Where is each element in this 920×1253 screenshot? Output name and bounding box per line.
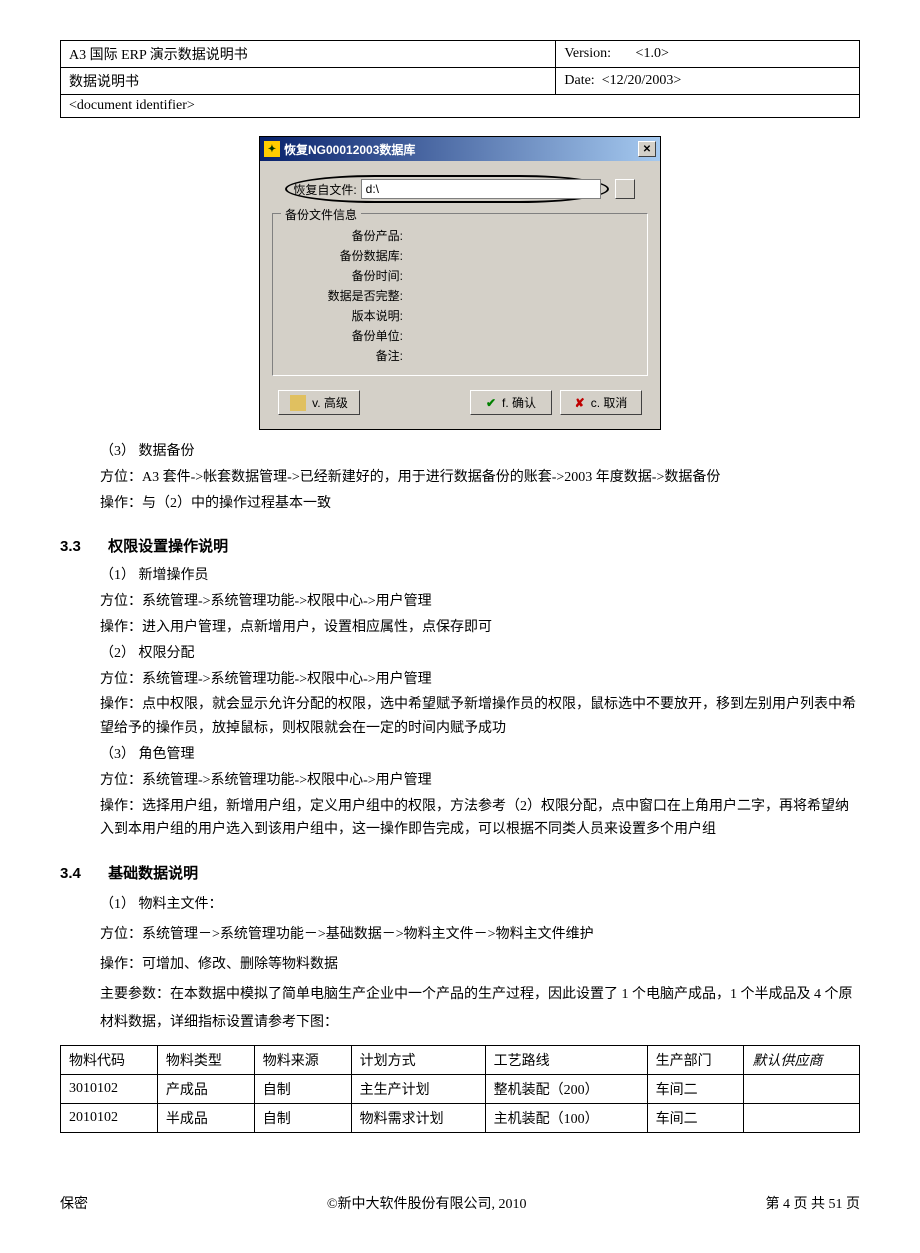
list-item: （3） 角色管理 [100, 743, 860, 767]
paragraph: 操作：进入用户管理，点新增用户，设置相应属性，点保存即可 [100, 616, 860, 640]
paragraph: 主要参数：在本数据中模拟了简单电脑生产企业中一个产品的生产过程，因此设置了 1 … [100, 981, 860, 1037]
table-header: 工艺路线 [485, 1046, 647, 1075]
ok-button[interactable]: ✔ f. 确认 [470, 390, 552, 415]
table-header: 默认供应商 [744, 1046, 860, 1075]
window-icon: ✦ [264, 141, 280, 157]
table-row: 2010102 半成品 自制 物料需求计划 主机装配（100） 车间二 [61, 1104, 860, 1133]
paragraph: 方位：系统管理->系统管理功能->权限中心->用户管理 [100, 668, 860, 692]
header-title: A3 国际 ERP 演示数据说明书 [61, 41, 556, 68]
section-3-2-continued: （3） 数据备份 方位：A3 套件->帐套数据管理->已经新建好的，用于进行数据… [100, 440, 860, 515]
paragraph: 操作：与（2）中的操作过程基本一致 [100, 492, 860, 516]
paragraph: 方位：系统管理->系统管理功能->权限中心->用户管理 [100, 769, 860, 793]
paragraph: 方位：系统管理－>系统管理功能－>基础数据－>物料主文件－>物料主文件维护 [100, 921, 860, 949]
check-icon: ✔ [486, 396, 496, 410]
header-version: Version: <1.0> [556, 41, 860, 68]
section-3-3-body: （1） 新增操作员 方位：系统管理->系统管理功能->权限中心->用户管理 操作… [100, 564, 860, 842]
paragraph: 操作：可增加、修改、删除等物料数据 [100, 951, 860, 979]
list-item: （1） 新增操作员 [100, 564, 860, 588]
footer-right: 第 4 页 共 51 页 [765, 1193, 860, 1213]
file-label: 恢复自文件: [293, 181, 356, 198]
dialog-title: 恢复NG00012003数据库 [284, 141, 638, 158]
backup-info-group: 备份文件信息 备份产品: 备份数据库: 备份时间: 数据是否完整: 版本说明: … [272, 213, 648, 376]
paragraph: 操作：点中权限，就会显示允许分配的权限，选中希望赋予新增操作员的权限，鼠标选中不… [100, 693, 860, 741]
restore-db-dialog: ✦ 恢复NG00012003数据库 ✕ 恢复自文件: d:\ 备份文件信息 备份… [259, 136, 661, 430]
header-subtitle: 数据说明书 [61, 68, 556, 95]
embedded-screenshot: ✦ 恢复NG00012003数据库 ✕ 恢复自文件: d:\ 备份文件信息 备份… [60, 136, 860, 430]
table-header: 物料类型 [157, 1046, 254, 1075]
material-table: 物料代码 物料类型 物料来源 计划方式 工艺路线 生产部门 默认供应商 3010… [60, 1045, 860, 1133]
doc-header-table: A3 国际 ERP 演示数据说明书 Version: <1.0> 数据说明书 D… [60, 40, 860, 118]
table-header: 物料来源 [254, 1046, 351, 1075]
info-label: 数据是否完整: [283, 287, 407, 304]
table-header: 计划方式 [351, 1046, 485, 1075]
cancel-button[interactable]: ✘ c. 取消 [560, 390, 642, 415]
browse-button[interactable] [615, 179, 635, 199]
table-row: 3010102 产成品 自制 主生产计划 整机装配（200） 车间二 [61, 1075, 860, 1104]
x-icon: ✘ [575, 396, 585, 410]
header-identifier: <document identifier> [61, 95, 860, 118]
footer-left: 保密 [60, 1193, 88, 1213]
dialog-title-bar: ✦ 恢复NG00012003数据库 ✕ [260, 137, 660, 161]
info-label: 备份产品: [283, 227, 407, 244]
advanced-button[interactable]: v. 高级 [278, 390, 360, 415]
table-header: 生产部门 [647, 1046, 744, 1075]
table-header: 物料代码 [61, 1046, 158, 1075]
file-row-highlight: 恢复自文件: d:\ [285, 175, 608, 203]
list-item: （1） 物料主文件： [100, 891, 860, 919]
list-item: （2） 权限分配 [100, 642, 860, 666]
section-3-4-body: （1） 物料主文件： 方位：系统管理－>系统管理功能－>基础数据－>物料主文件－… [100, 891, 860, 1037]
paragraph: 操作：选择用户组，新增用户组，定义用户组中的权限，方法参考（2）权限分配，点中窗… [100, 795, 860, 843]
page-footer: 保密 ©新中大软件股份有限公司, 2010 第 4 页 共 51 页 [60, 1193, 860, 1213]
section-3-4-title: 3.4 基础数据说明 [60, 862, 860, 883]
header-date: Date: <12/20/2003> [556, 68, 860, 95]
group-legend: 备份文件信息 [281, 206, 361, 223]
info-label: 备份单位: [283, 327, 407, 344]
info-label: 版本说明: [283, 307, 407, 324]
paragraph: 方位：A3 套件->帐套数据管理->已经新建好的，用于进行数据备份的账套->20… [100, 466, 860, 490]
info-label: 备份时间: [283, 267, 407, 284]
table-header-row: 物料代码 物料类型 物料来源 计划方式 工艺路线 生产部门 默认供应商 [61, 1046, 860, 1075]
section-3-3-title: 3.3 权限设置操作说明 [60, 535, 860, 556]
paragraph: 方位：系统管理->系统管理功能->权限中心->用户管理 [100, 590, 860, 614]
close-icon[interactable]: ✕ [638, 141, 656, 157]
list-item: （3） 数据备份 [100, 440, 860, 464]
footer-center: ©新中大软件股份有限公司, 2010 [327, 1193, 527, 1213]
info-label: 备份数据库: [283, 247, 407, 264]
info-label: 备注: [283, 347, 407, 364]
printer-icon [290, 395, 306, 411]
restore-file-input[interactable]: d:\ [361, 179, 601, 199]
